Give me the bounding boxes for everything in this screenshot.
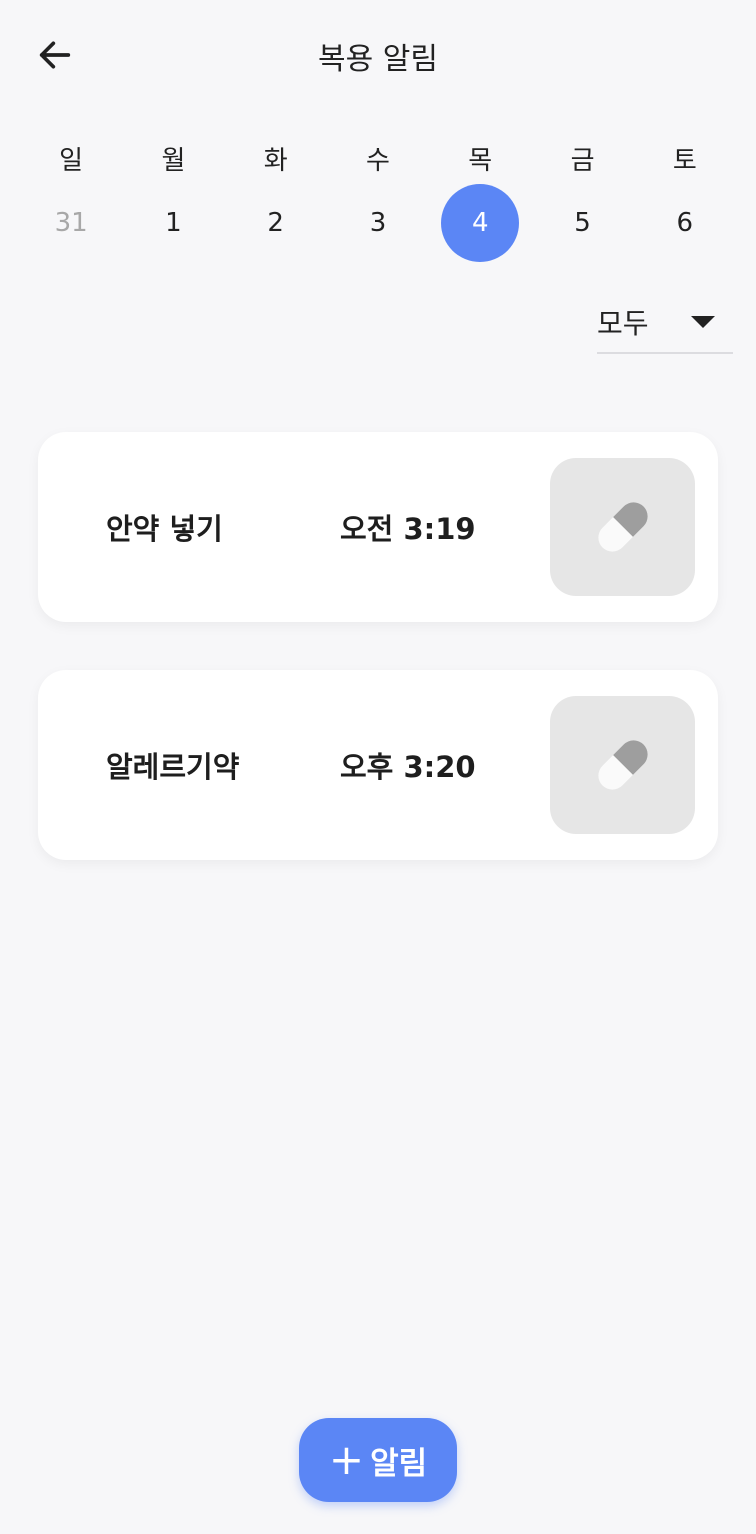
date-cell[interactable]: 6 (634, 184, 736, 262)
filter-value: 모두 (597, 307, 649, 340)
pill-icon (597, 502, 648, 552)
alarm-name: 안약 넣기 (106, 512, 223, 546)
weekday-label: 일 (59, 146, 84, 176)
weekday-label: 월 (161, 146, 186, 176)
add-alarm-label: 알림 (370, 1445, 428, 1482)
date-number: 3 (369, 208, 387, 238)
pill-icon (597, 740, 648, 790)
page-title: 복용 알림 (318, 42, 438, 77)
date-cell[interactable]: 31 (20, 184, 122, 262)
date-cell[interactable]: 3 (327, 184, 429, 262)
caret-down-icon (691, 316, 715, 328)
alarm-name: 알레르기약 (106, 750, 240, 784)
filter-dropdown[interactable]: 모두 (597, 296, 733, 354)
date-cell[interactable]: 2 (225, 184, 327, 262)
date-number: 2 (267, 208, 284, 238)
date-row: 31 1 2 3 4 5 6 (20, 184, 736, 262)
date-cell-selected[interactable]: 4 (429, 184, 531, 262)
add-alarm-button[interactable]: + 알림 (299, 1418, 457, 1502)
weekday-label: 토 (672, 146, 697, 176)
alarm-card[interactable]: 알레르기약 오후 3:20 (38, 670, 718, 860)
date-cell[interactable]: 5 (531, 184, 633, 262)
alarm-card[interactable]: 안약 넣기 오전 3:19 (38, 432, 718, 622)
date-number: 4 (441, 184, 520, 262)
date-number: 6 (676, 208, 694, 238)
alarm-time: 오전 3:19 (340, 512, 476, 546)
app-header: 복용 알림 (0, 0, 756, 110)
date-number: 31 (54, 208, 88, 238)
date-cell[interactable]: 1 (122, 184, 224, 262)
alarm-time: 오후 3:20 (340, 750, 476, 784)
pill-icon-box (550, 696, 695, 834)
weekday-label: 금 (570, 146, 595, 176)
weekday-label: 목 (468, 146, 493, 176)
date-number: 5 (574, 208, 591, 238)
weekday-label: 화 (263, 146, 288, 176)
weekday-label: 수 (366, 146, 390, 176)
plus-icon: + (328, 1435, 365, 1484)
pill-icon-box (550, 458, 695, 596)
date-number: 1 (165, 208, 182, 238)
weekday-row: 일 월 화 수 목 금 토 (20, 140, 736, 177)
